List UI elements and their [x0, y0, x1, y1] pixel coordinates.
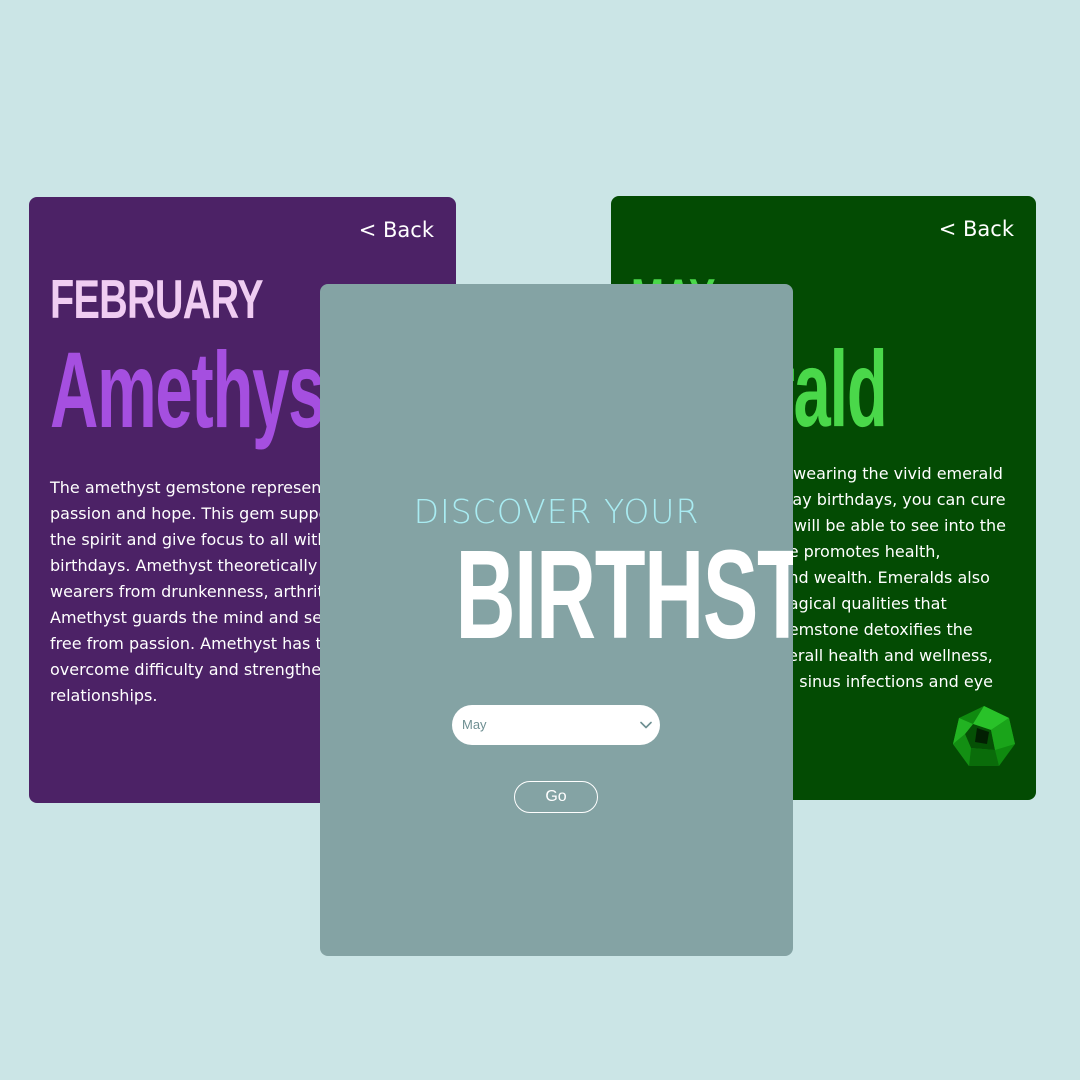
description-line: m sinus infections and eye	[778, 672, 994, 691]
stone-description: y wearing the vivid emerald May birthday…	[779, 461, 1006, 695]
description-line: ne promotes health,	[778, 542, 941, 561]
back-link[interactable]: < Back	[939, 217, 1014, 241]
month-select[interactable]: May	[452, 705, 660, 745]
description-line: verall health and wellness,	[778, 646, 993, 665]
emerald-gem-icon	[953, 706, 1015, 766]
back-link[interactable]: < Back	[359, 218, 434, 242]
description-line: nagical qualities that	[778, 594, 947, 613]
chevron-down-icon	[640, 721, 652, 729]
description-line: gemstone detoxifies the	[778, 620, 973, 639]
heading-large: BIRTHSTONE	[455, 524, 793, 665]
description-line: May birthdays, you can cure	[778, 490, 1006, 509]
go-button[interactable]: Go	[514, 781, 598, 813]
description-line: d will be able to see into the	[778, 516, 1006, 535]
stone-title: Amethyst	[50, 329, 346, 450]
birthstone-finder-card: DISCOVER YOUR BIRTHSTONE May Go	[320, 284, 793, 956]
description-line: and wealth. Emeralds also	[778, 568, 990, 587]
month-select-value: May	[462, 717, 487, 732]
description-line: y wearing the vivid emerald	[778, 464, 1003, 483]
month-title: FEBRUARY	[50, 268, 264, 330]
